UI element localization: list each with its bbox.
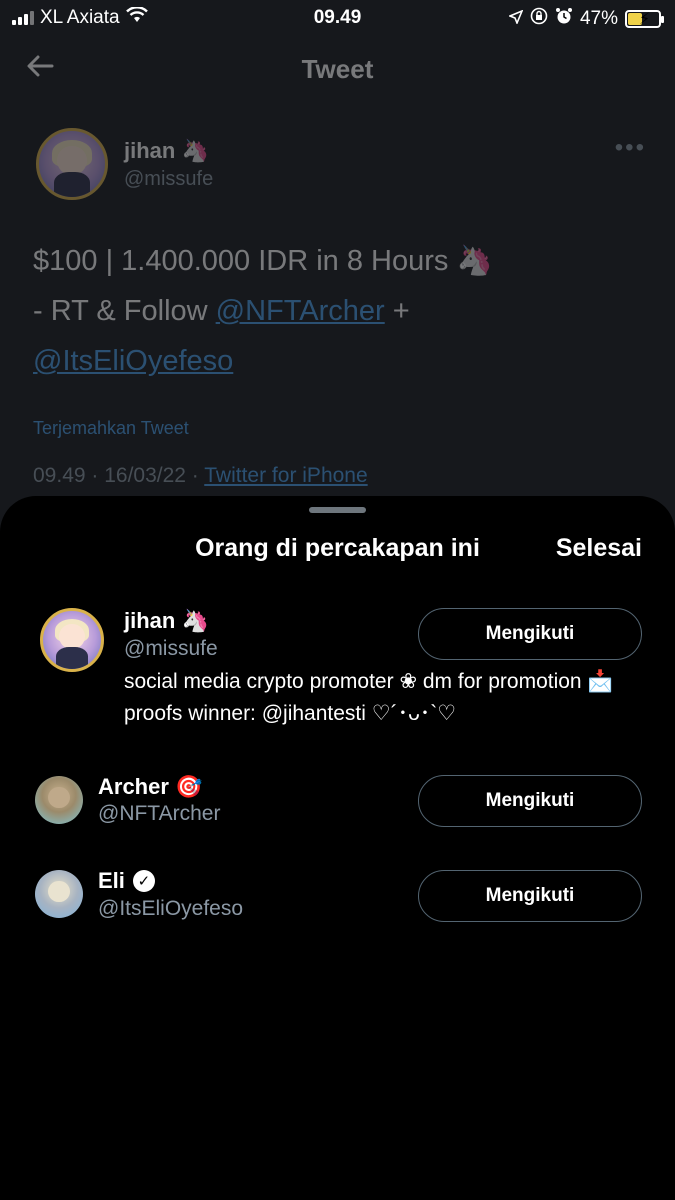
avatar[interactable] xyxy=(35,776,83,824)
tweet-line-3: @ItsEliOyefeso xyxy=(33,336,643,386)
done-button[interactable]: Selesai xyxy=(556,534,642,563)
mention-itselioyefeso[interactable]: @ItsEliOyefeso xyxy=(33,345,233,377)
following-button[interactable]: Mengikuti xyxy=(418,870,642,922)
charging-bolt-icon: ⚡ xyxy=(639,11,651,28)
status-right-group: 47% ⚡ xyxy=(507,7,664,31)
battery-icon: ⚡ xyxy=(625,10,664,28)
top-nav: Tweet xyxy=(0,42,675,98)
avatar[interactable] xyxy=(35,870,83,918)
tweet-source-link[interactable]: Twitter for iPhone xyxy=(204,464,367,487)
tweet-line-2-prefix: - RT & Follow xyxy=(33,295,216,327)
orientation-lock-icon xyxy=(530,7,548,31)
author-name[interactable]: jihan 🦄 xyxy=(124,138,209,164)
sheet-grabber[interactable] xyxy=(309,507,366,513)
tweet-meta: 09.49 · 16/03/22 · Twitter for iPhone xyxy=(33,464,368,488)
page-title: Tweet xyxy=(301,54,374,84)
tweet-timestamp: 09.49 · 16/03/22 · xyxy=(33,464,205,487)
tweet-text: $100 | 1.400.000 IDR in 8 Hours 🦄 - RT &… xyxy=(33,236,643,386)
person-handle[interactable]: @missufe xyxy=(124,637,218,661)
following-button[interactable]: Mengikuti xyxy=(418,775,642,827)
status-bar: XL Axiata 09.49 47% ⚡ xyxy=(0,0,675,36)
following-button[interactable]: Mengikuti xyxy=(418,608,642,660)
location-icon xyxy=(507,8,524,30)
person-name[interactable]: Eli xyxy=(98,868,125,894)
tweet-author[interactable]: jihan 🦄 @missufe ••• xyxy=(36,128,646,204)
tweet-line-2-suffix: + xyxy=(384,295,410,327)
person-bio: social media crypto promoter ❀ dm for pr… xyxy=(124,670,614,725)
avatar[interactable] xyxy=(40,608,104,672)
translate-link[interactable]: Terjemahkan Tweet xyxy=(33,418,189,439)
tweet-line-1: $100 | 1.400.000 IDR in 8 Hours 🦄 xyxy=(33,245,493,277)
person-name-row[interactable]: Eli ✓ xyxy=(98,868,155,894)
author-handle[interactable]: @missufe xyxy=(124,168,213,191)
tweet-line-2: - RT & Follow @NFTArcher + xyxy=(33,286,643,336)
mention-nftarcher[interactable]: @NFTArcher xyxy=(216,295,385,327)
verified-badge-icon: ✓ xyxy=(132,870,155,892)
people-sheet: Orang di percakapan ini Selesai jihan 🦄 … xyxy=(0,496,675,1200)
person-name[interactable]: jihan 🦄 xyxy=(124,608,209,634)
battery-percent: 47% xyxy=(579,8,618,29)
person-name[interactable]: Archer 🎯 xyxy=(98,774,202,800)
more-dots-icon[interactable]: ••• xyxy=(615,134,646,162)
person-handle[interactable]: @ItsEliOyefeso xyxy=(98,897,243,921)
avatar[interactable] xyxy=(36,128,108,200)
person-handle[interactable]: @NFTArcher xyxy=(98,802,220,826)
alarm-icon xyxy=(555,7,573,31)
